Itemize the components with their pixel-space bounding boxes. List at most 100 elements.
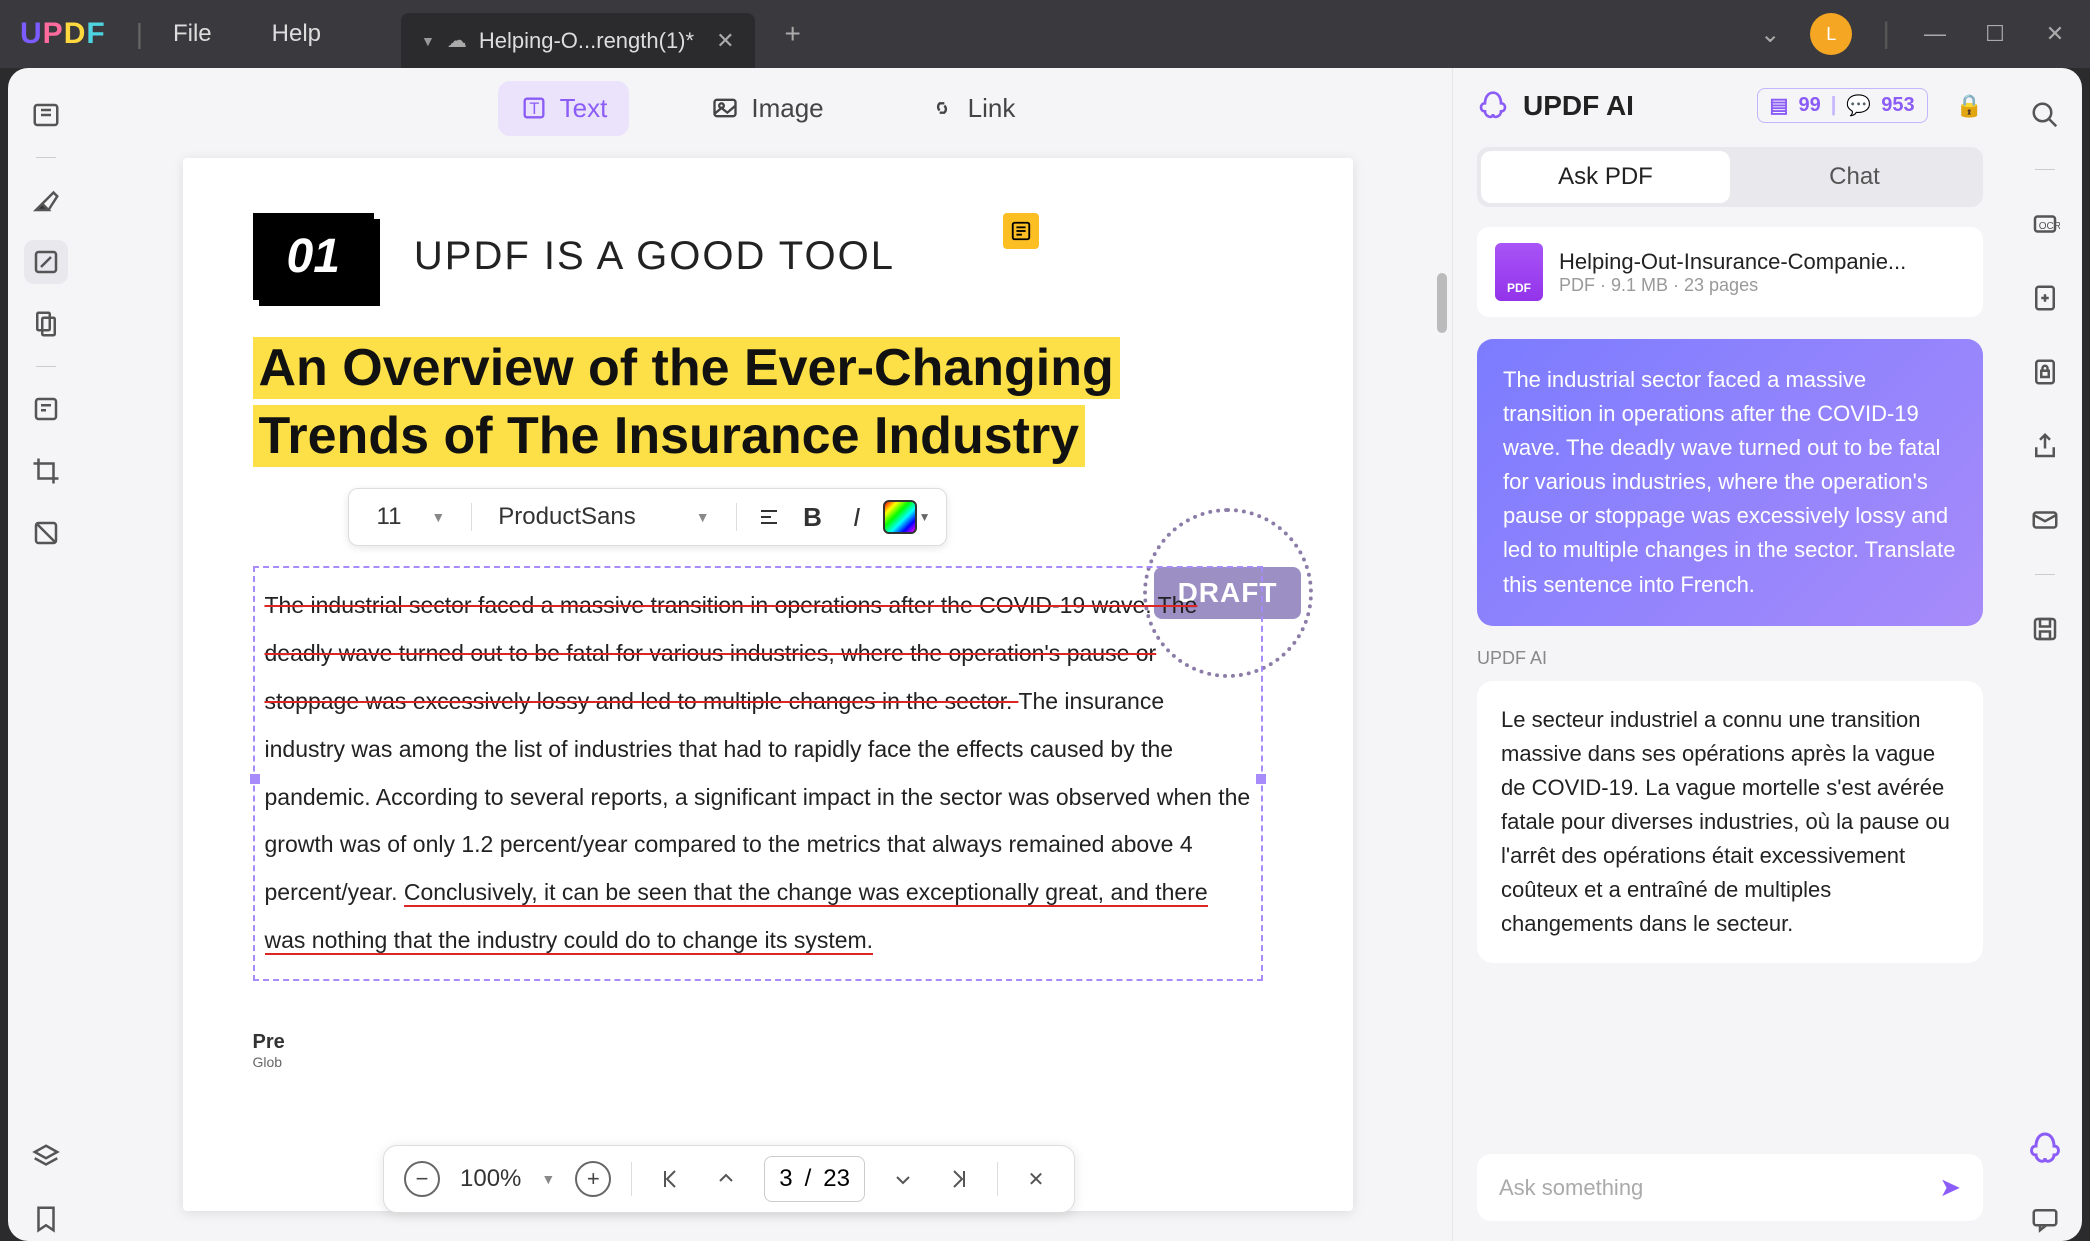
resize-handle-right[interactable]	[1256, 774, 1266, 784]
chevron-down-icon: ▼	[431, 509, 445, 525]
comment-icon[interactable]	[2023, 1197, 2067, 1241]
ai-file-name: Helping-Out-Insurance-Companie...	[1559, 249, 1965, 275]
separator	[36, 366, 56, 367]
text-tool-button[interactable]: T Text	[498, 81, 630, 136]
ai-credits-badge[interactable]: ▤99 | 💬953	[1757, 88, 1928, 123]
tab-chat[interactable]: Chat	[1730, 151, 1979, 203]
highlighter-tool-icon[interactable]	[24, 178, 68, 222]
layers-icon[interactable]	[24, 1135, 68, 1179]
share-icon[interactable]	[2023, 424, 2067, 468]
ai-input-box[interactable]: Ask something ➤	[1477, 1154, 1983, 1221]
cloud-icon: ☁	[447, 28, 467, 53]
link-tool-button[interactable]: Link	[906, 81, 1038, 136]
minimize-icon[interactable]: —	[1920, 21, 1950, 47]
tab-close-icon[interactable]: ✕	[716, 28, 734, 54]
last-page-icon[interactable]	[941, 1161, 977, 1197]
color-swatch-icon	[883, 500, 917, 534]
menu-help[interactable]: Help	[272, 20, 321, 48]
sticky-note-icon[interactable]	[1003, 213, 1039, 249]
separator	[36, 157, 56, 158]
first-page-icon[interactable]	[652, 1161, 688, 1197]
updf-ai-logo-icon	[1477, 90, 1509, 122]
compress-icon[interactable]	[2023, 276, 2067, 320]
chevron-down-icon: ▼	[696, 509, 710, 525]
ai-response-message: Le secteur industriel a connu une transi…	[1477, 681, 1983, 964]
editable-text-box[interactable]: The industrial sector faced a massive tr…	[253, 566, 1263, 981]
prev-page-icon[interactable]	[708, 1161, 744, 1197]
tab-ask-pdf[interactable]: Ask PDF	[1481, 151, 1730, 203]
avatar[interactable]: L	[1810, 13, 1852, 55]
ai-response-label: UPDF AI	[1477, 648, 1983, 669]
svg-text:OCR: OCR	[2038, 221, 2059, 232]
scrollbar[interactable]	[1437, 158, 1447, 458]
email-icon[interactable]	[2023, 498, 2067, 542]
text-format-toolbar: 11▼ ProductSans▼ B I ▼	[348, 488, 948, 546]
crop-tool-icon[interactable]	[24, 449, 68, 493]
send-icon[interactable]: ➤	[1939, 1172, 1961, 1203]
ai-tabs: Ask PDF Chat	[1477, 147, 1983, 207]
lock-icon[interactable]: 🔒	[1956, 93, 1983, 119]
chevron-down-icon: ▼	[919, 510, 931, 524]
separator	[2035, 574, 2055, 575]
font-size-dropdown[interactable]: 11▼	[365, 497, 458, 537]
doc-credit-icon: ▤	[1770, 93, 1789, 118]
reader-tool-icon[interactable]	[24, 93, 68, 137]
section-number-badge: 01	[253, 213, 374, 300]
italic-button[interactable]: I	[839, 499, 875, 535]
maximize-icon[interactable]: ☐	[1980, 21, 2010, 47]
document-tab[interactable]: ▼ ☁ Helping-O...rength(1)* ✕	[401, 13, 755, 68]
chevron-down-icon: ▼	[541, 1171, 555, 1187]
zoom-page-bar: − 100%▼ + 3 / 23 ✕	[383, 1145, 1075, 1213]
save-icon[interactable]	[2023, 607, 2067, 651]
search-icon[interactable]	[2023, 93, 2067, 137]
page-footer-sub: Glob	[253, 1054, 1283, 1070]
divider: |	[136, 18, 143, 50]
section-subtitle: UPDF IS A GOOD TOOL	[414, 234, 895, 279]
chevron-down-icon[interactable]: ⌄	[1760, 20, 1780, 49]
bold-button[interactable]: B	[795, 499, 831, 535]
add-tab-icon[interactable]: +	[785, 18, 801, 50]
svg-text:T: T	[529, 100, 539, 118]
page-title: An Overview of the Ever-Changing Trends …	[253, 335, 1283, 470]
font-family-dropdown[interactable]: ProductSans▼	[486, 497, 721, 537]
ai-input-placeholder: Ask something	[1499, 1175, 1939, 1201]
document-page: 01 UPDF IS A GOOD TOOL An Overview of th…	[183, 158, 1353, 1211]
pages-tool-icon[interactable]	[24, 302, 68, 346]
protect-icon[interactable]	[2023, 350, 2067, 394]
ai-panel: UPDF AI ▤99 | 💬953 🔒 Ask PDF Chat PDF He…	[1452, 68, 2007, 1241]
scrollbar-thumb[interactable]	[1437, 273, 1447, 333]
zoom-out-button[interactable]: −	[404, 1161, 440, 1197]
form-tool-icon[interactable]	[24, 387, 68, 431]
ocr-icon[interactable]: OCR	[2023, 202, 2067, 246]
ai-panel-title: UPDF AI	[1523, 90, 1634, 122]
text-tool-label: Text	[560, 93, 608, 124]
menu-file[interactable]: File	[173, 20, 212, 48]
close-bar-icon[interactable]: ✕	[1018, 1161, 1054, 1197]
right-sidebar: OCR	[2007, 68, 2082, 1241]
ai-assistant-icon[interactable]	[2027, 1131, 2063, 1167]
bookmark-icon[interactable]	[24, 1197, 68, 1241]
align-icon[interactable]	[751, 499, 787, 535]
link-tool-label: Link	[968, 93, 1016, 124]
ai-file-card[interactable]: PDF Helping-Out-Insurance-Companie... PD…	[1477, 227, 1983, 317]
page-footer-heading: Pre	[253, 1031, 1283, 1054]
updf-logo: UPDF	[20, 17, 106, 51]
next-page-icon[interactable]	[885, 1161, 921, 1197]
edit-tool-icon[interactable]	[24, 240, 68, 284]
redact-tool-icon[interactable]	[24, 511, 68, 555]
pdf-file-icon: PDF	[1495, 243, 1543, 301]
separator	[2035, 169, 2055, 170]
text-color-button[interactable]: ▼	[883, 500, 931, 534]
resize-handle-left[interactable]	[250, 774, 260, 784]
main-container: T Text Image Link 01 UPDF IS A GOOD TOOL	[8, 68, 2082, 1241]
close-icon[interactable]: ✕	[2040, 21, 2070, 47]
zoom-level-dropdown[interactable]: 100%▼	[460, 1165, 555, 1193]
document-viewport[interactable]: 01 UPDF IS A GOOD TOOL An Overview of th…	[83, 148, 1452, 1241]
body-paragraph[interactable]: The industrial sector faced a massive tr…	[265, 582, 1251, 965]
page-number-input[interactable]: 3 / 23	[764, 1156, 865, 1202]
tab-dropdown-icon[interactable]: ▼	[421, 33, 435, 49]
image-tool-button[interactable]: Image	[689, 81, 845, 136]
divider: |	[1882, 17, 1890, 51]
zoom-in-button[interactable]: +	[575, 1161, 611, 1197]
content-area: T Text Image Link 01 UPDF IS A GOOD TOOL	[83, 68, 1452, 1241]
